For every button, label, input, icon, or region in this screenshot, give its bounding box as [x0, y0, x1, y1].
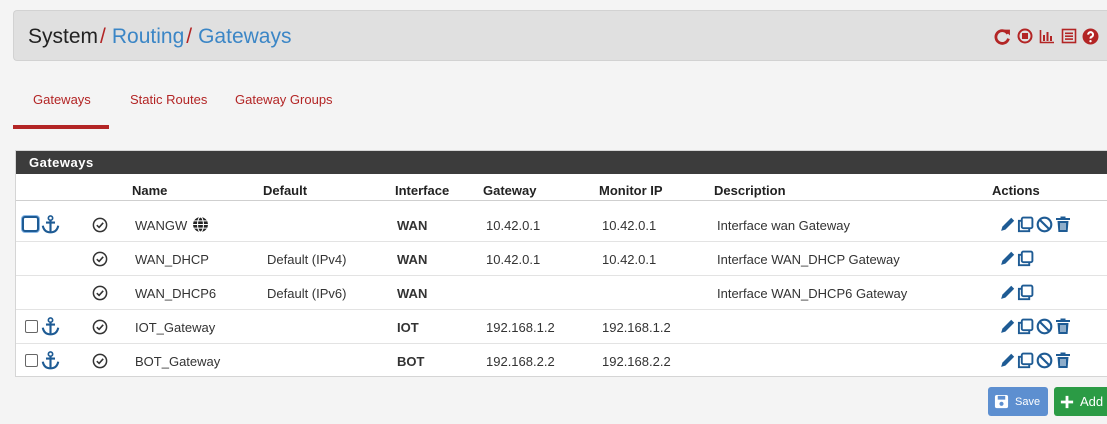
edit-pencil-icon[interactable] — [999, 216, 1016, 233]
check-circle-icon — [92, 285, 108, 301]
disable-icon[interactable] — [1036, 318, 1053, 335]
copy-icon[interactable] — [1017, 284, 1034, 301]
row-select-checkbox[interactable] — [25, 354, 38, 367]
plus-icon — [1060, 395, 1074, 409]
gateway-address: 192.168.1.2 — [486, 320, 555, 335]
gateway-address: 10.42.0.1 — [486, 252, 541, 267]
check-circle-icon — [92, 353, 108, 369]
gateway-monitor-ip: 192.168.2.2 — [602, 354, 671, 369]
copy-icon[interactable] — [1017, 318, 1034, 335]
add-button[interactable]: Add — [1054, 387, 1107, 416]
edit-pencil-icon[interactable] — [999, 250, 1016, 267]
check-circle-icon — [92, 251, 108, 267]
gateway-address: 10.42.0.1 — [486, 218, 541, 233]
list-icon[interactable] — [1060, 25, 1077, 47]
disable-icon[interactable] — [1036, 216, 1053, 233]
trash-icon[interactable] — [1055, 318, 1071, 335]
header-icons — [994, 25, 1099, 47]
tab-gateway-groups[interactable]: Gateway Groups — [235, 92, 333, 107]
gateway-name: WAN_DHCP — [135, 252, 209, 267]
gateway-monitor-ip: 10.42.0.1 — [602, 252, 657, 267]
table-row: IOT_Gateway IOT 192.168.1.2 192.168.1.2 — [16, 310, 1107, 344]
breadcrumb-routing[interactable]: Routing — [112, 25, 184, 48]
col-description[interactable]: Description — [714, 183, 786, 198]
stop-icon[interactable] — [1016, 25, 1033, 47]
save-icon — [994, 394, 1009, 409]
breadcrumb-system: System — [28, 25, 99, 48]
disable-icon[interactable] — [1036, 352, 1053, 369]
gateways-panel: Gateways Name Default Interface Gateway … — [15, 150, 1107, 377]
copy-icon[interactable] — [1017, 216, 1034, 233]
gateway-name: WANGW — [135, 218, 188, 233]
trash-icon[interactable] — [1055, 216, 1071, 233]
col-actions: Actions — [992, 183, 1040, 198]
help-icon[interactable] — [1082, 25, 1099, 47]
table-row: WAN_DHCP6 Default (IPv6) WAN Interface W… — [16, 276, 1107, 310]
gateway-monitor-ip: 192.168.1.2 — [602, 320, 671, 335]
row-select-checkbox[interactable] — [22, 216, 39, 232]
table-row: WAN_DHCP Default (IPv4) WAN 10.42.0.1 10… — [16, 242, 1107, 276]
gateway-interface: IOT — [397, 320, 419, 335]
check-circle-icon — [92, 319, 108, 335]
table-row: BOT_Gateway BOT 192.168.2.2 192.168.2.2 — [16, 344, 1107, 378]
col-default[interactable]: Default — [263, 183, 307, 198]
col-gateway[interactable]: Gateway — [483, 183, 536, 198]
gateway-interface: WAN — [397, 286, 428, 301]
save-label: Save — [1015, 395, 1041, 408]
panel-title: Gateways — [16, 151, 1107, 174]
anchor-icon[interactable] — [41, 317, 60, 336]
gateway-monitor-ip: 10.42.0.1 — [602, 218, 657, 233]
gateway-default: Default (IPv6) — [267, 286, 347, 301]
breadcrumb-separator: / — [186, 25, 193, 48]
gateway-interface: WAN — [397, 218, 428, 233]
tab-static-routes[interactable]: Static Routes — [130, 92, 207, 107]
chart-icon[interactable] — [1038, 25, 1055, 47]
table-row: WANGW WAN 10.42.0.1 10.42.0.1 Interface … — [16, 208, 1107, 242]
check-circle-icon — [92, 217, 108, 233]
edit-pencil-icon[interactable] — [999, 352, 1016, 369]
breadcrumb-bar: System/Routing/Gateways — [13, 10, 1107, 61]
gateway-name: WAN_DHCP6 — [135, 286, 217, 301]
gateway-description: Interface wan Gateway — [717, 218, 850, 233]
copy-icon[interactable] — [1017, 352, 1034, 369]
globe-icon — [192, 216, 209, 233]
gateway-name: IOT_Gateway — [135, 320, 216, 335]
active-tab-indicator — [13, 125, 109, 129]
copy-icon[interactable] — [1017, 250, 1034, 267]
edit-pencil-icon[interactable] — [999, 284, 1016, 301]
gateway-description: Interface WAN_DHCP Gateway — [717, 252, 900, 267]
trash-icon[interactable] — [1055, 352, 1071, 369]
row-select-checkbox[interactable] — [25, 320, 38, 333]
reload-icon[interactable] — [994, 25, 1011, 47]
col-monitor-ip[interactable]: Monitor IP — [599, 183, 663, 198]
gateway-interface: WAN — [397, 252, 428, 267]
gateway-address: 192.168.2.2 — [486, 354, 555, 369]
gateway-interface: BOT — [397, 354, 425, 369]
save-button[interactable]: Save — [988, 387, 1048, 416]
breadcrumb: System/Routing/Gateways — [28, 24, 291, 50]
breadcrumb-separator: / — [100, 25, 106, 48]
col-interface[interactable]: Interface — [395, 183, 449, 198]
anchor-icon[interactable] — [41, 215, 60, 234]
col-name[interactable]: Name — [132, 183, 167, 198]
tab-gateways[interactable]: Gateways — [33, 92, 91, 107]
table-header: Name Default Interface Gateway Monitor I… — [16, 175, 1107, 201]
breadcrumb-gateways[interactable]: Gateways — [198, 25, 291, 48]
edit-pencil-icon[interactable] — [999, 318, 1016, 335]
gateway-description: Interface WAN_DHCP6 Gateway — [717, 286, 908, 301]
gateway-default: Default (IPv4) — [267, 252, 347, 267]
add-label: Add — [1080, 394, 1104, 409]
anchor-icon[interactable] — [41, 351, 60, 370]
gateway-name: BOT_Gateway — [135, 354, 221, 369]
